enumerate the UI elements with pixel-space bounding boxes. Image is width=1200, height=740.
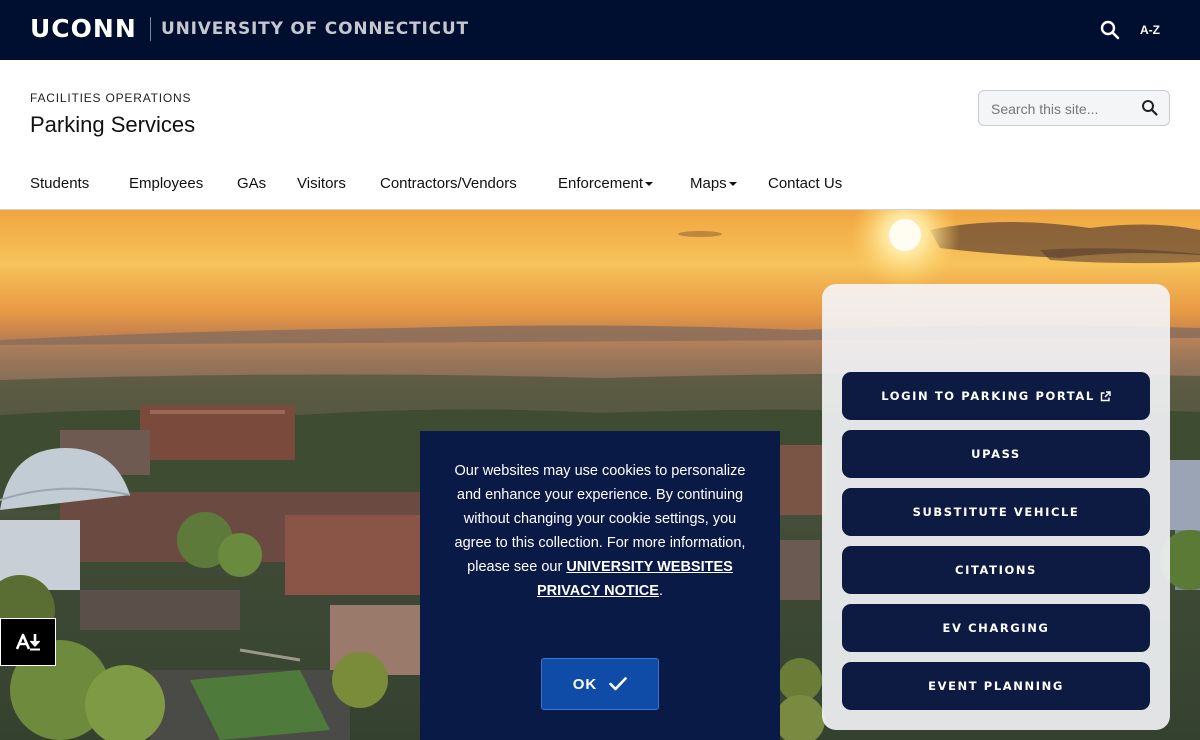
button-label: CITATIONS: [955, 563, 1037, 577]
nav-item-label: Contractors/Vendors: [380, 175, 517, 192]
quick-links-panel: LOGIN TO PARKING PORTAL UPASS SUBSTITUTE…: [822, 284, 1170, 730]
nav-item-label: Employees: [129, 175, 204, 192]
wordmark-divider: [150, 17, 151, 41]
nav-item-visitors[interactable]: Visitors: [297, 174, 346, 194]
nav-item-enforcement[interactable]: Enforcement: [558, 174, 654, 194]
search-icon[interactable]: [1100, 20, 1120, 40]
button-label: SUBSTITUTE VEHICLE: [912, 505, 1080, 519]
privacy-notice-link[interactable]: UNIVERSITY WEBSITES PRIVACY NOTICE: [537, 559, 733, 599]
upass-button[interactable]: UPASS: [842, 430, 1150, 478]
nav-item-students[interactable]: Students: [30, 174, 89, 194]
nav-item-label: Contact Us: [768, 175, 843, 192]
university-banner: UCONN UNIVERSITY OF CONNECTICUT A-Z: [0, 0, 1200, 60]
cookie-message-end: .: [658, 583, 663, 599]
site-title[interactable]: Parking Services: [30, 111, 195, 139]
search-icon[interactable]: [1141, 99, 1159, 117]
a-z-index-link[interactable]: A-Z: [1140, 22, 1160, 38]
nav-item-label: Enforcement: [558, 175, 644, 192]
nav-item-contact-us[interactable]: Contact Us: [768, 174, 842, 194]
uconn-wordmark[interactable]: UCONN: [30, 15, 137, 43]
site-search: [978, 90, 1170, 126]
caret-down-icon: [728, 182, 737, 187]
nav-item-contractors-vendors[interactable]: Contractors/Vendors: [380, 174, 517, 194]
nav-item-maps[interactable]: Maps: [690, 174, 737, 194]
button-label: EV CHARGING: [942, 621, 1050, 635]
cookie-ok-button[interactable]: OK: [541, 658, 659, 710]
substitute-vehicle-button[interactable]: SUBSTITUTE VEHICLE: [842, 488, 1150, 536]
site-search-input[interactable]: [991, 99, 1136, 119]
nav-item-label: Maps: [690, 175, 727, 192]
ev-charging-button[interactable]: EV CHARGING: [842, 604, 1150, 652]
login-to-parking-portal-button[interactable]: LOGIN TO PARKING PORTAL: [842, 372, 1150, 420]
nav-item-label: Students: [30, 175, 90, 192]
cookie-message: Our websites may use cookies to personal…: [448, 459, 752, 603]
caret-down-icon: [645, 182, 654, 187]
button-label: EVENT PLANNING: [928, 679, 1064, 693]
citations-button[interactable]: CITATIONS: [842, 546, 1150, 594]
ok-label: OK: [572, 675, 598, 693]
button-label: UPASS: [971, 447, 1021, 461]
external-link-icon: [1100, 390, 1111, 402]
nav-item-label: GAs: [237, 175, 267, 192]
university-name[interactable]: UNIVERSITY OF CONNECTICUT: [161, 19, 469, 39]
accessibility-download-button[interactable]: [0, 618, 56, 666]
accessibility-download-icon: [15, 632, 41, 652]
nav-item-employees[interactable]: Employees: [129, 174, 203, 194]
button-label: LOGIN TO PARKING PORTAL: [881, 389, 1095, 403]
nav-item-label: Visitors: [297, 175, 346, 192]
checkmark-icon: [609, 677, 628, 691]
event-planning-button[interactable]: EVENT PLANNING: [842, 662, 1150, 710]
cookie-consent-dialog: Our websites may use cookies to personal…: [420, 431, 780, 740]
department-name[interactable]: FACILITIES OPERATIONS: [30, 91, 191, 105]
nav-item-gas[interactable]: GAs: [237, 174, 266, 194]
